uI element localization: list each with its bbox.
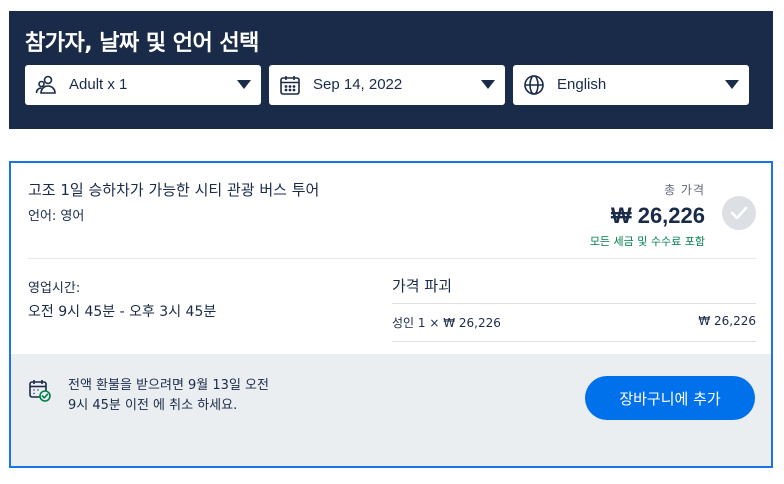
chevron-down-icon	[481, 80, 495, 89]
add-to-cart-button[interactable]: 장바구니에 추가	[585, 376, 755, 420]
selection-header: 참가자, 날짜 및 언어 선택 Adult x 1 Sep 14, 2022 E…	[9, 11, 773, 129]
calendar-check-icon	[28, 378, 52, 402]
total-price: ₩ 26,226	[610, 203, 705, 228]
participants-icon	[35, 74, 57, 96]
date-dropdown[interactable]: Sep 14, 2022	[269, 65, 505, 105]
divider	[28, 258, 756, 259]
language-dropdown[interactable]: English	[513, 65, 749, 105]
tour-option-card[interactable]: 고조 1일 승하차가 가능한 시티 관광 버스 투어 언어: 영어 총 가격 ₩…	[9, 161, 773, 468]
divider	[392, 303, 756, 304]
language-value: English	[557, 76, 607, 93]
date-value: Sep 14, 2022	[313, 76, 403, 93]
chevron-down-icon	[725, 80, 739, 89]
hours-value: 오전 9시 45분 - 오후 3시 45분	[28, 304, 217, 320]
chevron-down-icon	[237, 80, 251, 89]
tax-note: 모든 세금 및 수수료 포함	[589, 235, 705, 248]
price-breakdown-title: 가격 파괴	[392, 277, 452, 295]
divider	[392, 341, 756, 342]
breakdown-value: ₩ 26,226	[698, 314, 756, 328]
calendar-icon	[279, 74, 301, 96]
breakdown-label: 성인 1 × ₩ 26,226	[392, 316, 501, 330]
participants-value: Adult x 1	[69, 76, 128, 93]
card-footer: 전액 환불을 받으려면 9월 13일 오전 9시 45분 이전 에 취소 하세요…	[11, 354, 771, 466]
option-title: 고조 1일 승하차가 가능한 시티 관광 버스 투어	[28, 181, 320, 199]
check-icon	[730, 206, 748, 220]
total-price-label: 총 가격	[664, 183, 705, 197]
hours-label: 영업시간:	[28, 281, 81, 296]
refund-policy-text: 전액 환불을 받으려면 9월 13일 오전 9시 45분 이전 에 취소 하세요…	[68, 378, 269, 413]
participants-dropdown[interactable]: Adult x 1	[25, 65, 261, 105]
page-title: 참가자, 날짜 및 언어 선택	[25, 31, 259, 56]
option-language: 언어: 영어	[28, 209, 85, 224]
globe-icon	[523, 74, 545, 96]
select-option-check[interactable]	[722, 196, 756, 230]
